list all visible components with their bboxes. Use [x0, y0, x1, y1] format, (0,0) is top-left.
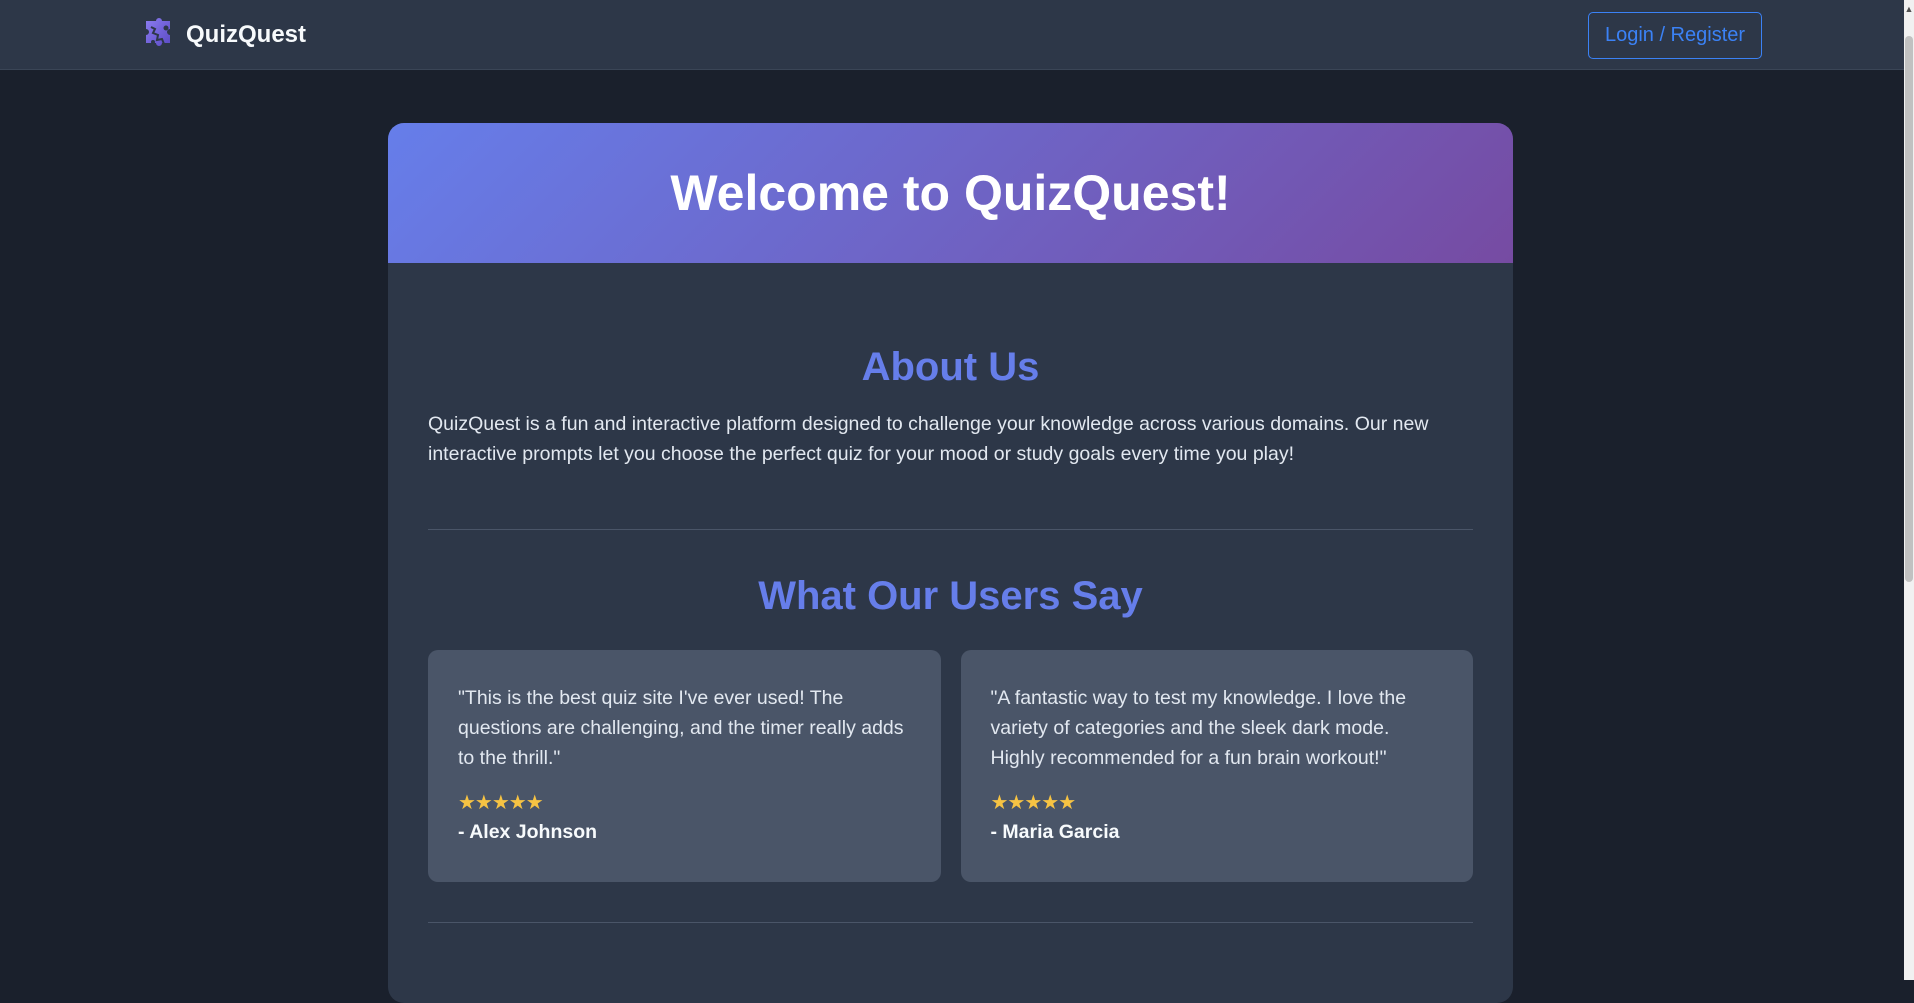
vertical-scrollbar[interactable]: ▲: [1904, 0, 1914, 980]
about-title: About Us: [861, 345, 1040, 389]
hero-title: Welcome to QuizQuest!: [670, 165, 1231, 221]
card-content: About Us QuizQuest is a fun and interact…: [388, 343, 1513, 923]
puzzle-logo-icon: [146, 18, 170, 46]
star-rating-icon: ★★★★★: [990, 792, 1077, 814]
testimonials-list: "This is the best quiz site I've ever us…: [428, 650, 1473, 882]
brand-name: QuizQuest: [186, 21, 307, 48]
about-text: QuizQuest is a fun and interactive platf…: [428, 413, 1429, 465]
login-register-button[interactable]: Login / Register: [1588, 12, 1762, 59]
star-rating-icon: ★★★★★: [458, 792, 544, 814]
testimonials-title: What Our Users Say: [758, 574, 1143, 618]
testimonial-author: - Alex Johnson: [458, 821, 598, 843]
scrollbar-thumb[interactable]: [1905, 36, 1913, 582]
brand-link[interactable]: QuizQuest: [142, 17, 306, 53]
main-card: Welcome to QuizQuest! About Us QuizQuest…: [388, 123, 1513, 1003]
section-divider: [428, 922, 1473, 923]
testimonial-card: "This is the best quiz site I've ever us…: [428, 650, 941, 882]
testimonial-quote: "This is the best quiz site I've ever us…: [458, 687, 904, 769]
section-divider: [428, 529, 1473, 530]
scroll-up-arrow-icon[interactable]: ▲: [1904, 2, 1914, 16]
testimonial-card: "A fantastic way to test my knowledge. I…: [960, 650, 1473, 882]
testimonial-author: - Maria Garcia: [990, 821, 1120, 843]
testimonial-quote: "A fantastic way to test my knowledge. I…: [990, 687, 1407, 769]
top-navbar: QuizQuest Login / Register: [0, 0, 1904, 70]
hero-banner: Welcome to QuizQuest!: [388, 123, 1513, 263]
